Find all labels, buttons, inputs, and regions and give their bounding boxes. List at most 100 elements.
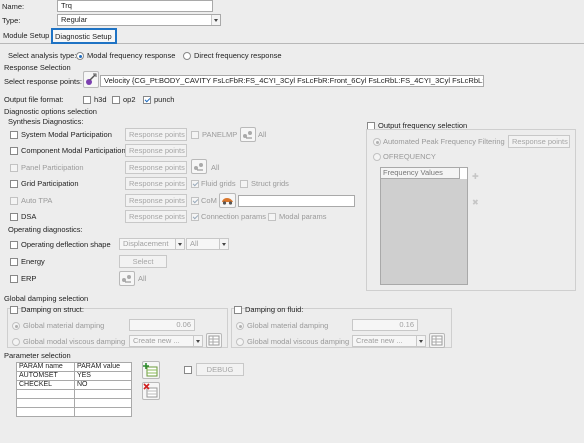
fluid-grids-checkbox[interactable] xyxy=(191,180,199,188)
param-value-cell[interactable]: YES xyxy=(73,371,133,381)
struct-viscous-select[interactable]: Create new ... xyxy=(129,335,203,347)
op2-checkbox[interactable] xyxy=(112,96,120,104)
type-select[interactable]: Regular xyxy=(57,14,221,26)
auto-tpa-checkbox[interactable] xyxy=(10,197,18,205)
panel-participation-all-button[interactable] xyxy=(191,159,207,174)
fluid-material-radio[interactable] xyxy=(236,322,244,330)
parameter-table[interactable]: PARAM name PARAM value AUTOMSET YES CHEC… xyxy=(16,362,133,417)
response-points-input[interactable]: Velocity {CG_Pt:BODY_CAVITY FsLcFbR:FS_4… xyxy=(100,75,484,87)
auto-peak-response-points-button[interactable]: Response points xyxy=(508,135,570,148)
dsa-label: DSA xyxy=(21,212,37,221)
output-format-label: Output file format: xyxy=(4,95,64,104)
panel-participation-all-label: All xyxy=(211,163,220,172)
grid-participation-response-points-button[interactable]: Response points xyxy=(125,177,187,190)
auto-peak-label: Automated Peak Frequency Filtering xyxy=(383,137,505,146)
empty-cell[interactable] xyxy=(73,389,133,399)
system-modal-response-points-button[interactable]: Response points xyxy=(125,128,187,141)
energy-checkbox[interactable] xyxy=(10,258,18,266)
fluid-material-input[interactable]: 0.16 xyxy=(352,319,418,331)
com-input[interactable] xyxy=(238,195,355,207)
struct-viscous-label: Global modal viscous damping xyxy=(23,337,126,346)
empty-cell[interactable] xyxy=(16,398,75,408)
empty-cell[interactable] xyxy=(73,398,133,408)
ods-type-select[interactable]: Displacement xyxy=(119,238,185,250)
modal-frequency-radio[interactable] xyxy=(76,52,84,60)
grid-participation-checkbox[interactable] xyxy=(10,180,18,188)
panel-participation-response-points-button[interactable]: Response points xyxy=(125,161,187,174)
remove-frequency-icon[interactable]: ✖ xyxy=(472,198,479,207)
struct-table-button[interactable] xyxy=(206,333,222,348)
component-modal-checkbox[interactable] xyxy=(10,147,18,155)
fluid-table-button[interactable] xyxy=(429,333,445,348)
delete-parameter-button[interactable] xyxy=(142,382,160,400)
struct-grids-checkbox[interactable] xyxy=(240,180,248,188)
add-frequency-icon[interactable]: ✚ xyxy=(472,172,479,181)
frequency-values-list[interactable]: Frequency Values xyxy=(380,167,468,285)
op2-label: op2 xyxy=(123,95,136,104)
erp-checkbox[interactable] xyxy=(10,275,18,283)
name-label: Name: xyxy=(2,2,25,11)
car-icon xyxy=(222,198,233,205)
empty-cell[interactable] xyxy=(16,407,75,417)
param-value-cell[interactable]: NO xyxy=(73,380,133,390)
table-header-row: PARAM name PARAM value xyxy=(16,362,133,372)
delete-row-icon xyxy=(143,383,158,398)
system-modal-all-button[interactable] xyxy=(240,127,256,142)
table-row[interactable] xyxy=(16,398,133,408)
debug-button[interactable]: DEBUG xyxy=(196,363,244,376)
modal-params-checkbox[interactable] xyxy=(268,213,276,221)
h3d-checkbox[interactable] xyxy=(83,96,91,104)
dsa-response-points-button[interactable]: Response points xyxy=(125,210,187,223)
table-icon xyxy=(208,335,220,346)
erp-all-button[interactable] xyxy=(119,271,135,286)
table-row[interactable] xyxy=(16,407,133,417)
auto-peak-radio[interactable] xyxy=(373,138,381,146)
tab-module-setup[interactable]: Module Setup xyxy=(3,31,49,41)
ods-checkbox[interactable] xyxy=(10,241,18,249)
damping-struct-checkbox[interactable] xyxy=(10,306,18,314)
param-name-cell[interactable]: AUTOMSET xyxy=(16,371,75,381)
add-parameter-button[interactable] xyxy=(142,361,160,379)
modal-frequency-label: Modal frequency response xyxy=(87,51,176,60)
table-row[interactable]: AUTOMSET YES xyxy=(16,371,133,381)
table-row[interactable]: CHECKEL NO xyxy=(16,380,133,390)
fluid-viscous-radio[interactable] xyxy=(236,338,244,346)
struct-material-radio[interactable] xyxy=(12,322,20,330)
panel-participation-checkbox[interactable] xyxy=(10,164,18,172)
empty-cell[interactable] xyxy=(16,389,75,399)
connection-params-checkbox[interactable] xyxy=(191,213,199,221)
energy-select-button[interactable]: Select xyxy=(119,255,167,268)
energy-label: Energy xyxy=(21,257,45,266)
global-damping-heading: Global damping selection xyxy=(4,294,89,303)
struct-viscous-radio[interactable] xyxy=(12,338,20,346)
auto-tpa-response-points-button[interactable]: Response points xyxy=(125,194,187,207)
ofrequency-radio[interactable] xyxy=(373,153,381,161)
node-picker-icon xyxy=(86,73,97,85)
component-modal-response-points-button[interactable]: Response points xyxy=(125,144,187,157)
analysis-type-label: Select analysis type: xyxy=(8,51,77,60)
diagnostic-options-heading: Diagnostic options selection xyxy=(4,107,97,116)
direct-frequency-radio[interactable] xyxy=(183,52,191,60)
tab-diagnostic-setup[interactable]: Diagnostic Setup xyxy=(51,28,117,44)
fluid-viscous-select[interactable]: Create new ... xyxy=(352,335,426,347)
com-checkbox[interactable] xyxy=(191,197,199,205)
com-picker-button[interactable] xyxy=(219,193,236,208)
struct-grids-label: Struct grids xyxy=(251,179,289,188)
empty-cell[interactable] xyxy=(73,407,133,417)
struct-material-input[interactable]: 0.06 xyxy=(129,319,195,331)
synthesis-diagnostics-label: Synthesis Diagnostics: xyxy=(8,117,84,126)
fluid-material-label: Global material damping xyxy=(247,321,329,330)
dsa-checkbox[interactable] xyxy=(10,213,18,221)
pick-response-points-button[interactable] xyxy=(83,71,99,88)
add-row-icon xyxy=(143,363,158,377)
debug-checkbox[interactable] xyxy=(184,366,192,374)
ods-all-select[interactable]: All xyxy=(186,238,229,250)
damping-fluid-checkbox[interactable] xyxy=(234,306,242,314)
fluid-viscous-label: Global modal viscous damping xyxy=(247,337,350,346)
name-input[interactable]: Trq xyxy=(57,0,213,12)
panelmp-checkbox[interactable] xyxy=(191,131,199,139)
system-modal-checkbox[interactable] xyxy=(10,131,18,139)
table-row[interactable] xyxy=(16,389,133,399)
param-name-cell[interactable]: CHECKEL xyxy=(16,380,75,390)
punch-checkbox[interactable] xyxy=(143,96,151,104)
